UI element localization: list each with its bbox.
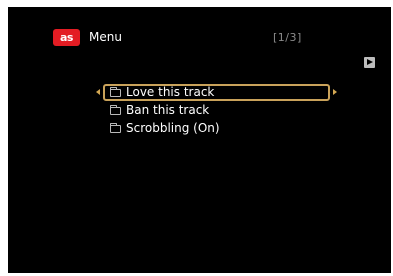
folder-icon [110, 104, 121, 115]
menu-item-love-track[interactable]: Love this track [103, 84, 330, 101]
page-title: Menu [89, 30, 122, 44]
menu-item-label: Love this track [126, 85, 215, 99]
page-indicator: [1/3] [273, 31, 302, 44]
menu-item-scrobbling[interactable]: Scrobbling (On) [103, 120, 330, 137]
menu-item-ban-track[interactable]: Ban this track [103, 102, 330, 119]
arrow-right-icon[interactable] [333, 89, 337, 95]
folder-icon [110, 86, 121, 97]
menu-item-label: Ban this track [126, 103, 210, 117]
arrow-left-icon[interactable] [96, 89, 100, 95]
menu-list: Love this track Ban this track Scrobblin… [103, 84, 330, 138]
menu-item-label: Scrobbling (On) [126, 121, 220, 135]
screen: as Menu [1/3] Love this track Ban this t… [8, 7, 391, 273]
logo-text: as [60, 31, 73, 44]
folder-icon [110, 122, 121, 133]
lastfm-logo-icon: as [53, 29, 80, 46]
play-icon[interactable] [364, 57, 375, 68]
